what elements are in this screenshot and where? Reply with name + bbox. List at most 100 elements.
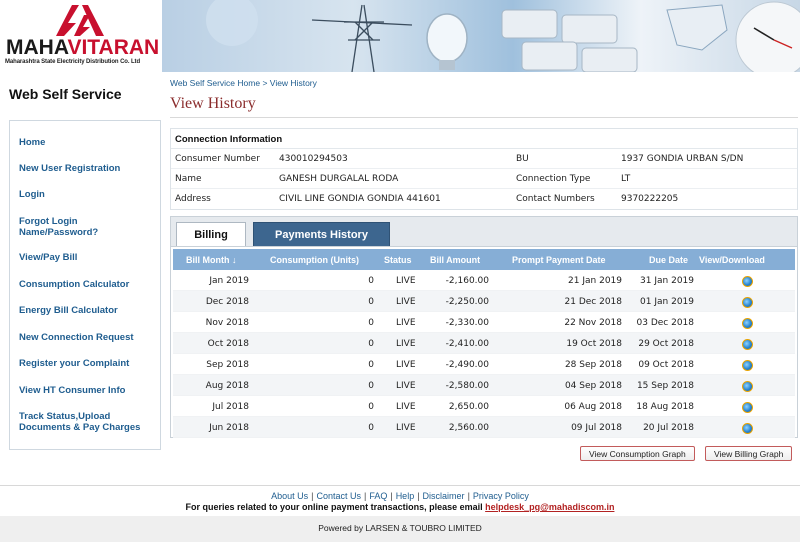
sidebar-item-new-connection-request[interactable]: New Connection Request bbox=[19, 332, 134, 343]
sidebar-item-track-status[interactable]: Track Status,Upload Documents & Pay Char… bbox=[19, 411, 159, 433]
history-tabs: Billing Payments History bbox=[170, 216, 798, 247]
due-date-cell: 03 Dec 2018 bbox=[636, 318, 695, 328]
view-download-icon[interactable] bbox=[742, 297, 753, 308]
sidebar-item-view-pay-bill[interactable]: View/Pay Bill bbox=[19, 252, 77, 263]
consumption-cell: 0 bbox=[368, 381, 374, 391]
bill-amount-cell: -2,160.00 bbox=[445, 276, 489, 286]
prompt-payment-date-cell: 28 Sep 2018 bbox=[564, 360, 622, 370]
status-cell: LIVE bbox=[396, 318, 416, 328]
due-date-cell: 20 Jul 2018 bbox=[643, 423, 694, 433]
status-cell: LIVE bbox=[396, 423, 416, 433]
view-download-icon[interactable] bbox=[742, 360, 753, 371]
sidebar-item-login[interactable]: Login bbox=[19, 189, 45, 200]
status-cell: LIVE bbox=[396, 381, 416, 391]
logo-subtitle: Maharashtra State Electricity Distributi… bbox=[5, 59, 141, 65]
app-title: Web Self Service bbox=[9, 86, 122, 102]
bill-month-cell: Aug 2018 bbox=[205, 381, 249, 391]
status-cell: LIVE bbox=[396, 339, 416, 349]
column-header-due-date[interactable]: Due Date bbox=[649, 255, 688, 265]
footer-links: About Us | Contact Us | FAQ | Help | Disclaimer |… bbox=[0, 491, 800, 501]
status-cell: LIVE bbox=[396, 402, 416, 412]
footer-link-about-us[interactable]: About Us bbox=[271, 491, 308, 501]
column-header-consumption[interactable]: Consumption (Units) bbox=[270, 255, 359, 265]
view-download-icon[interactable] bbox=[742, 423, 753, 434]
consumption-cell: 0 bbox=[368, 276, 374, 286]
table-row: Oct 2018 0 LIVE -2,410.00 19 Oct 2018 29 Oct … bbox=[173, 333, 795, 354]
bill-amount-cell: -2,250.00 bbox=[445, 297, 489, 307]
bill-month-cell: Sep 2018 bbox=[206, 360, 249, 370]
view-download-icon[interactable] bbox=[742, 381, 753, 392]
bill-amount-cell: -2,330.00 bbox=[445, 318, 489, 328]
banner-illustration-icon bbox=[206, 0, 800, 72]
address-value: CIVIL LINE GONDIA GONDIA 441601 bbox=[279, 194, 441, 204]
view-download-icon[interactable] bbox=[742, 339, 753, 350]
view-download-icon[interactable] bbox=[742, 318, 753, 329]
consumer-number-label: Consumer Number bbox=[175, 154, 260, 164]
view-download-icon[interactable] bbox=[742, 402, 753, 413]
footer-link-disclaimer[interactable]: Disclaimer bbox=[423, 491, 465, 501]
table-row: Nov 2018 0 LIVE -2,330.00 22 Nov 2018 03 Dec … bbox=[173, 312, 795, 333]
footer-link-contact-us[interactable]: Contact Us bbox=[316, 491, 361, 501]
sidebar-item-consumption-calculator[interactable]: Consumption Calculator bbox=[19, 279, 129, 290]
table-row: Jan 2019 0 LIVE -2,160.00 21 Jan 2019 31 Jan … bbox=[173, 270, 795, 291]
status-cell: LIVE bbox=[396, 360, 416, 370]
table-row: Aug 2018 0 LIVE -2,580.00 04 Sep 2018 15 Sep … bbox=[173, 375, 795, 396]
footer-link-separator: | bbox=[390, 491, 393, 501]
table-row: Dec 2018 0 LIVE -2,250.00 21 Dec 2018 01 Jan … bbox=[173, 291, 795, 312]
view-consumption-graph-button[interactable]: View Consumption Graph bbox=[580, 446, 695, 461]
lightning-logo-icon bbox=[56, 5, 104, 36]
due-date-cell: 15 Sep 2018 bbox=[636, 381, 694, 391]
footer-link-help[interactable]: Help bbox=[396, 491, 415, 501]
prompt-payment-date-cell: 06 Aug 2018 bbox=[564, 402, 622, 412]
bill-amount-cell: 2,650.00 bbox=[448, 402, 489, 412]
breadcrumb-home-link[interactable]: Web Self Service Home bbox=[170, 78, 260, 88]
breadcrumb: Web Self Service Home > View History bbox=[170, 78, 317, 88]
consumer-number-value: 430010294503 bbox=[279, 154, 348, 164]
bill-amount-cell: 2,560.00 bbox=[448, 423, 489, 433]
footer-link-privacy-policy[interactable]: Privacy Policy bbox=[473, 491, 529, 501]
connection-info-panel: Connection Information Consumer Number 4… bbox=[170, 128, 798, 210]
sidebar-item-new-user-registration[interactable]: New User Registration bbox=[19, 163, 120, 174]
table-row: Jun 2018 0 LIVE 2,560.00 09 Jul 2018 20 Jul 2… bbox=[173, 417, 795, 438]
sidebar-item-view-ht-consumer-info[interactable]: View HT Consumer Info bbox=[19, 385, 125, 396]
tab-payments-history[interactable]: Payments History bbox=[253, 222, 390, 247]
tab-billing[interactable]: Billing bbox=[176, 222, 246, 247]
due-date-cell: 29 Oct 2018 bbox=[638, 339, 694, 349]
prompt-payment-date-cell: 21 Dec 2018 bbox=[564, 297, 623, 307]
status-cell: LIVE bbox=[396, 276, 416, 286]
connection-type-label: Connection Type bbox=[516, 174, 591, 184]
consumption-cell: 0 bbox=[368, 339, 374, 349]
bill-month-cell: Dec 2018 bbox=[205, 297, 249, 307]
table-row: Sep 2018 0 LIVE -2,490.00 28 Sep 2018 09 Oct … bbox=[173, 354, 795, 375]
prompt-payment-date-cell: 04 Sep 2018 bbox=[564, 381, 622, 391]
breadcrumb-current: View History bbox=[269, 78, 317, 88]
helpdesk-email-link[interactable]: helpdesk_pg@mahadiscom.in bbox=[485, 502, 614, 512]
bu-label: BU bbox=[516, 154, 529, 164]
column-header-status[interactable]: Status bbox=[384, 255, 412, 265]
bill-month-cell: Nov 2018 bbox=[205, 318, 249, 328]
consumption-cell: 0 bbox=[368, 360, 374, 370]
connection-row: Address CIVIL LINE GONDIA GONDIA 441601 … bbox=[171, 189, 797, 209]
name-value: GANESH DURGALAL RODA bbox=[279, 174, 399, 184]
powered-by: Powered by LARSEN & TOUBRO LIMITED bbox=[0, 516, 800, 542]
footer-query: For queries related to your online payme… bbox=[0, 502, 800, 512]
sidebar-item-register-complaint[interactable]: Register your Complaint bbox=[19, 358, 129, 369]
sidebar-item-home[interactable]: Home bbox=[19, 137, 45, 148]
column-header-bill-amount[interactable]: Bill Amount bbox=[430, 255, 480, 265]
view-download-icon[interactable] bbox=[742, 276, 753, 287]
sidebar-item-forgot-login[interactable]: Forgot Login Name/Password? bbox=[19, 216, 129, 238]
connection-row: Name GANESH DURGALAL RODA Connection Typ… bbox=[171, 169, 797, 189]
bill-amount-cell: -2,410.00 bbox=[445, 339, 489, 349]
sidebar-item-energy-bill-calculator[interactable]: Energy Bill Calculator bbox=[19, 305, 118, 316]
bill-month-cell: Oct 2018 bbox=[207, 339, 249, 349]
connection-type-value: LT bbox=[621, 174, 631, 184]
prompt-payment-date-cell: 19 Oct 2018 bbox=[566, 339, 622, 349]
bill-month-cell: Jun 2018 bbox=[209, 423, 249, 433]
footer-link-faq[interactable]: FAQ bbox=[369, 491, 387, 501]
column-header-prompt-payment-date[interactable]: Prompt Payment Date bbox=[512, 255, 606, 265]
column-header-bill-month[interactable]: Bill Month ↓ bbox=[186, 255, 237, 265]
logo[interactable]: MAHAVITARAN Maharashtra State Electricit… bbox=[0, 0, 160, 72]
due-date-cell: 18 Aug 2018 bbox=[636, 402, 694, 412]
view-billing-graph-button[interactable]: View Billing Graph bbox=[705, 446, 793, 461]
page: MAHAVITARAN Maharashtra State Electricit… bbox=[0, 0, 800, 542]
